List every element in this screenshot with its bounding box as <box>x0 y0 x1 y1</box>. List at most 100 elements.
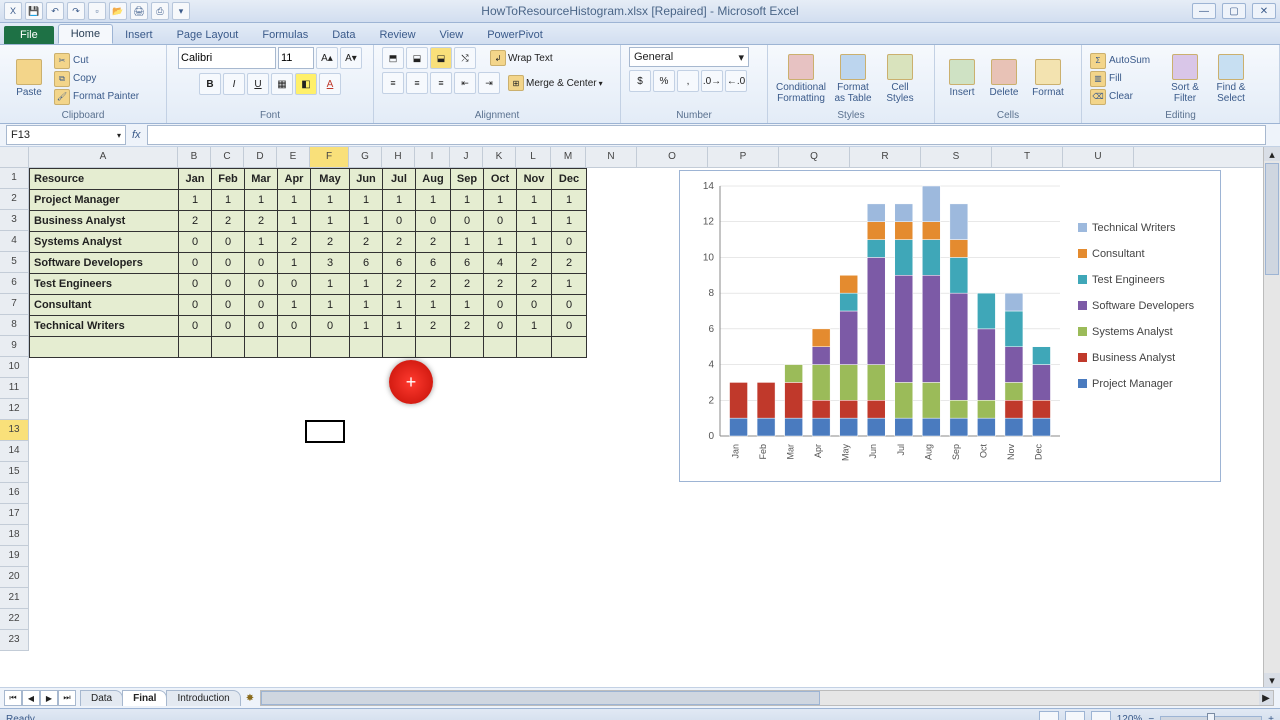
formula-input[interactable] <box>147 125 1266 145</box>
cell-styles-button[interactable]: Cell Styles <box>880 50 920 108</box>
zoom-in-button[interactable]: + <box>1268 714 1274 720</box>
border-button[interactable]: ▦ <box>271 73 293 95</box>
value-cell[interactable]: 2 <box>212 211 245 232</box>
row-header-2[interactable]: 2 <box>0 189 28 210</box>
value-cell[interactable]: 1 <box>245 232 278 253</box>
italic-button[interactable]: I <box>223 73 245 95</box>
value-cell[interactable]: 2 <box>451 316 484 337</box>
col-header-J[interactable]: J <box>450 147 483 167</box>
value-cell[interactable]: 1 <box>383 295 416 316</box>
value-cell[interactable]: 0 <box>179 232 212 253</box>
value-cell[interactable]: 0 <box>416 211 451 232</box>
value-cell[interactable]: 1 <box>552 190 587 211</box>
value-cell[interactable]: 1 <box>383 316 416 337</box>
col-header-P[interactable]: P <box>708 147 779 167</box>
font-color-button[interactable]: A <box>319 73 341 95</box>
value-cell[interactable]: 2 <box>416 316 451 337</box>
col-header-L[interactable]: L <box>516 147 551 167</box>
row-header-1[interactable]: 1 <box>0 168 28 189</box>
value-cell[interactable]: 1 <box>517 211 552 232</box>
bold-button[interactable]: B <box>199 73 221 95</box>
undo-icon[interactable]: ↶ <box>46 2 64 20</box>
tab-formulas[interactable]: Formulas <box>250 26 320 44</box>
maximize-button[interactable]: ▢ <box>1222 3 1246 19</box>
table-header[interactable]: Aug <box>416 169 451 190</box>
col-header-T[interactable]: T <box>992 147 1063 167</box>
col-header-I[interactable]: I <box>415 147 450 167</box>
orientation-button[interactable]: ⤭ <box>454 47 476 69</box>
value-cell[interactable]: 1 <box>179 190 212 211</box>
print-preview-icon[interactable]: 🖨 <box>130 2 148 20</box>
value-cell[interactable]: 1 <box>552 211 587 232</box>
copy-button[interactable]: ⧉Copy <box>54 71 139 87</box>
hscroll-thumb[interactable] <box>261 691 820 705</box>
value-cell[interactable]: 0 <box>484 316 517 337</box>
zoom-level[interactable]: 120% <box>1117 714 1143 720</box>
value-cell[interactable]: 1 <box>350 295 383 316</box>
value-cell[interactable]: 2 <box>484 274 517 295</box>
increase-font-button[interactable]: A▴ <box>316 47 338 69</box>
name-box[interactable]: F13▾ <box>6 125 126 145</box>
value-cell[interactable]: 0 <box>245 253 278 274</box>
value-cell[interactable]: 0 <box>484 211 517 232</box>
value-cell[interactable]: 2 <box>517 274 552 295</box>
fill-button[interactable]: ▥Fill <box>1090 71 1160 87</box>
column-headers[interactable]: ABCDEFGHIJKLMNOPQRSTU <box>29 147 1263 168</box>
row-header-3[interactable]: 3 <box>0 210 28 231</box>
row-header-11[interactable]: 11 <box>0 378 28 399</box>
value-cell[interactable]: 1 <box>245 190 278 211</box>
fx-icon[interactable]: fx <box>132 129 141 141</box>
value-cell[interactable]: 0 <box>212 316 245 337</box>
value-cell[interactable]: 1 <box>517 190 552 211</box>
col-header-N[interactable]: N <box>586 147 637 167</box>
table-header[interactable]: Sep <box>451 169 484 190</box>
value-cell[interactable]: 1 <box>350 211 383 232</box>
row-header-12[interactable]: 12 <box>0 399 28 420</box>
value-cell[interactable]: 1 <box>484 232 517 253</box>
value-cell[interactable]: 0 <box>451 211 484 232</box>
value-cell[interactable]: 0 <box>552 232 587 253</box>
value-cell[interactable]: 0 <box>311 316 350 337</box>
scroll-thumb[interactable] <box>1265 163 1279 275</box>
align-right-button[interactable]: ≡ <box>430 72 452 94</box>
redo-icon[interactable]: ↷ <box>67 2 85 20</box>
value-cell[interactable]: 2 <box>416 274 451 295</box>
resource-name-cell[interactable]: Systems Analyst <box>30 232 179 253</box>
value-cell[interactable]: 0 <box>179 253 212 274</box>
value-cell[interactable]: 1 <box>278 253 311 274</box>
align-bottom-button[interactable]: ⬓ <box>430 47 452 69</box>
table-header[interactable]: Nov <box>517 169 552 190</box>
value-cell[interactable]: 2 <box>416 232 451 253</box>
value-cell[interactable]: 2 <box>383 274 416 295</box>
row-header-10[interactable]: 10 <box>0 357 28 378</box>
open-icon[interactable]: 📂 <box>109 2 127 20</box>
delete-cells-button[interactable]: Delete <box>985 50 1023 108</box>
col-header-Q[interactable]: Q <box>779 147 850 167</box>
value-cell[interactable]: 0 <box>179 274 212 295</box>
zoom-slider[interactable] <box>1160 716 1262 720</box>
row-header-15[interactable]: 15 <box>0 462 28 483</box>
sort-filter-button[interactable]: Sort & Filter <box>1164 50 1206 108</box>
table-header[interactable]: Oct <box>484 169 517 190</box>
value-cell[interactable]: 4 <box>484 253 517 274</box>
scroll-up-icon[interactable]: ▴ <box>1264 147 1280 161</box>
value-cell[interactable]: 1 <box>416 190 451 211</box>
table-header[interactable]: Jul <box>383 169 416 190</box>
horizontal-scrollbar[interactable]: ◀ ▶ <box>260 690 1274 706</box>
resource-name-cell[interactable]: Business Analyst <box>30 211 179 232</box>
underline-button[interactable]: U <box>247 73 269 95</box>
page-layout-view-button[interactable] <box>1065 711 1085 720</box>
tab-data[interactable]: Data <box>320 26 367 44</box>
value-cell[interactable]: 1 <box>484 190 517 211</box>
select-all-corner[interactable] <box>0 147 29 168</box>
tab-insert[interactable]: Insert <box>113 26 165 44</box>
increase-indent-button[interactable]: ⇥ <box>478 72 500 94</box>
row-header-4[interactable]: 4 <box>0 231 28 252</box>
value-cell[interactable]: 1 <box>451 232 484 253</box>
value-cell[interactable]: 0 <box>179 295 212 316</box>
value-cell[interactable]: 1 <box>416 295 451 316</box>
align-center-button[interactable]: ≡ <box>406 72 428 94</box>
tab-review[interactable]: Review <box>367 26 427 44</box>
row-header-7[interactable]: 7 <box>0 294 28 315</box>
decrease-indent-button[interactable]: ⇤ <box>454 72 476 94</box>
